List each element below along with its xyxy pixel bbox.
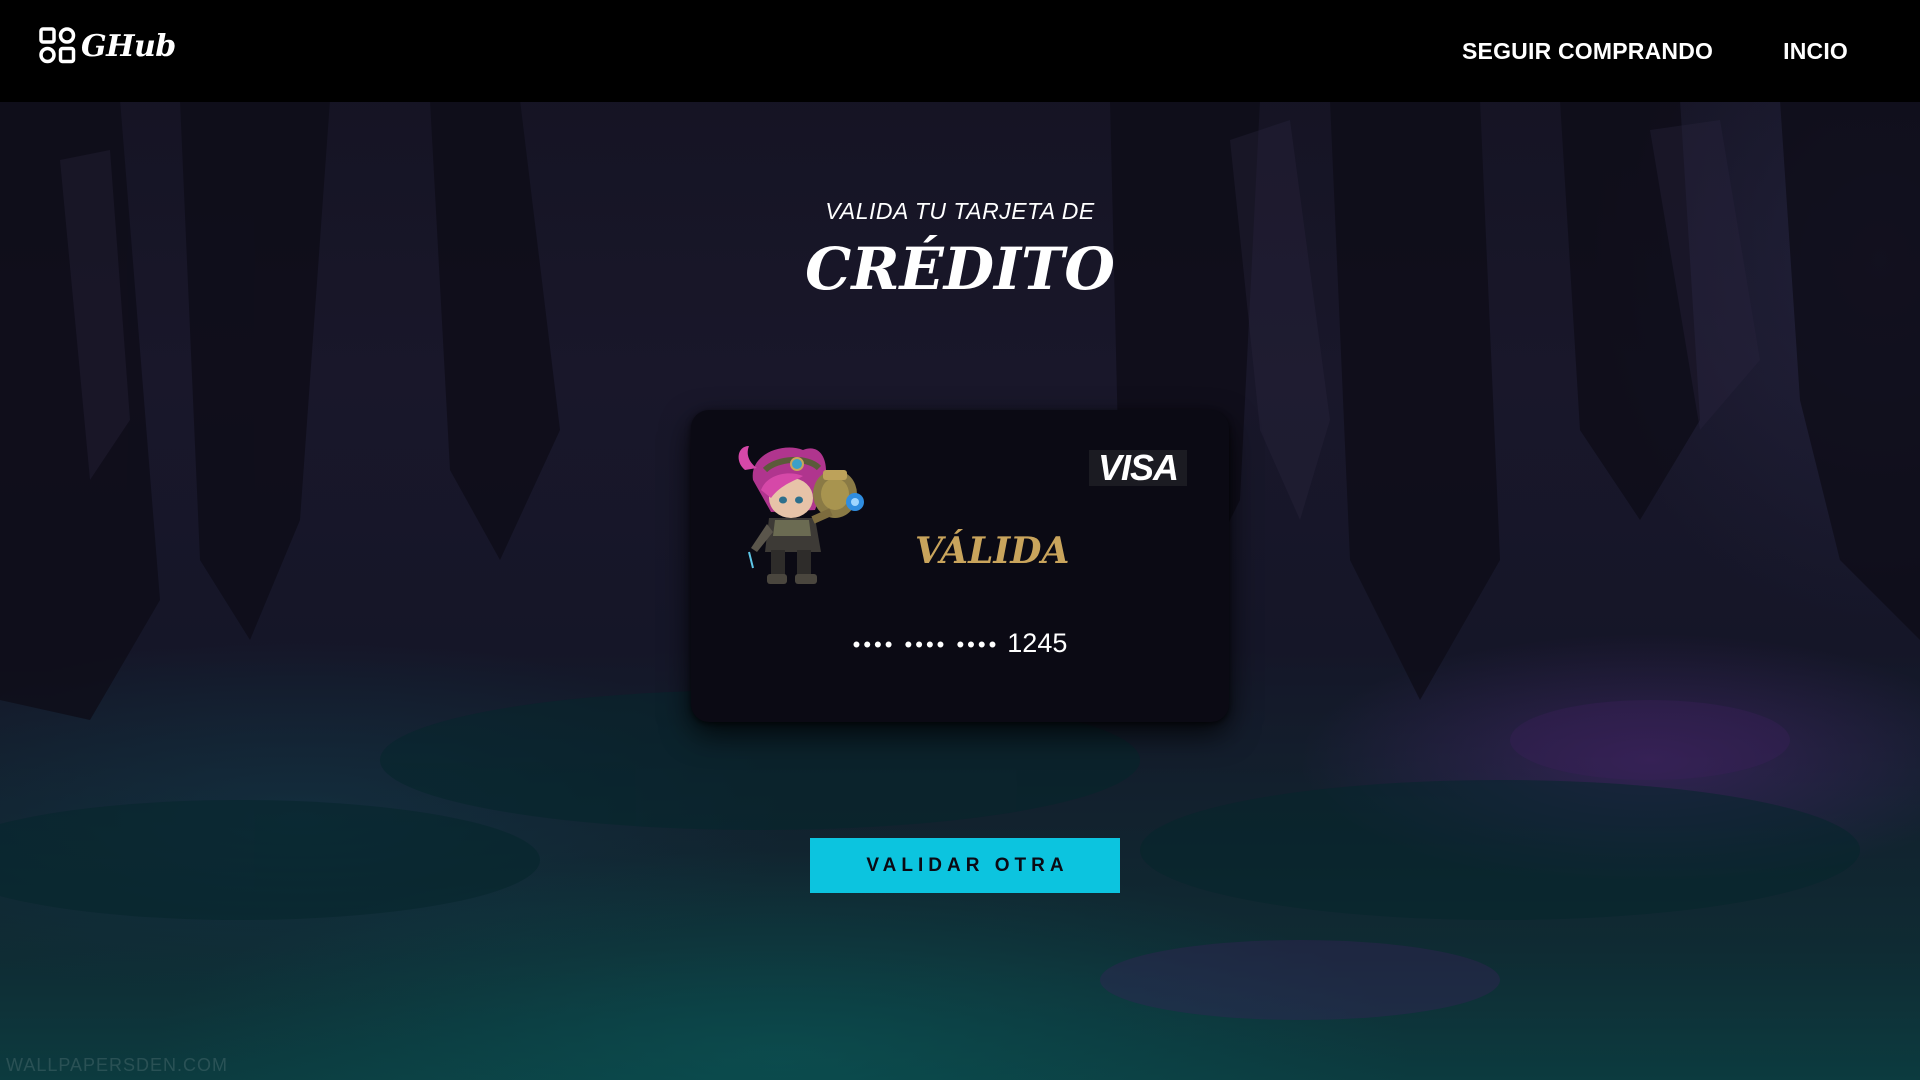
card-status-label: VÁLIDA [915,530,1070,572]
page-heading: VALIDA TU TARJETA DE CRÉDITO [0,198,1920,303]
validate-another-button[interactable]: VALIDAR OTRA [810,838,1120,893]
app-grid-icon [39,27,76,64]
page-title: CRÉDITO [805,235,1115,303]
nav-inicio-link[interactable]: INCIO [1783,38,1848,65]
visa-brand-logo: VISA [1089,450,1187,486]
background-watermark: WALLPAPERSDEN.COM [6,1055,229,1075]
logo-text: GHub [81,28,176,64]
main-nav: SEGUIR COMPRANDO INCIO [1462,0,1920,102]
card-number-last-digits: 1245 [1007,628,1068,658]
top-navigation-bar: GHub SEGUIR COMPRANDO INCIO [0,0,1920,102]
champion-avatar-icon [738,446,864,584]
page-subtitle: VALIDA TU TARJETA DE [825,198,1095,224]
page: GHub SEGUIR COMPRANDO INCIO VALIDA TU TA… [0,0,1920,1080]
card-number-masked: •••• •••• •••• [852,632,1000,657]
nav-seguir-comprando-link[interactable]: SEGUIR COMPRANDO [1462,38,1713,65]
credit-card: VISA VÁLIDA •••• •••• •••• 1245 [691,410,1229,722]
ghub-logo-link[interactable]: GHub [39,27,176,65]
card-number: •••• •••• •••• 1245 [691,628,1229,659]
